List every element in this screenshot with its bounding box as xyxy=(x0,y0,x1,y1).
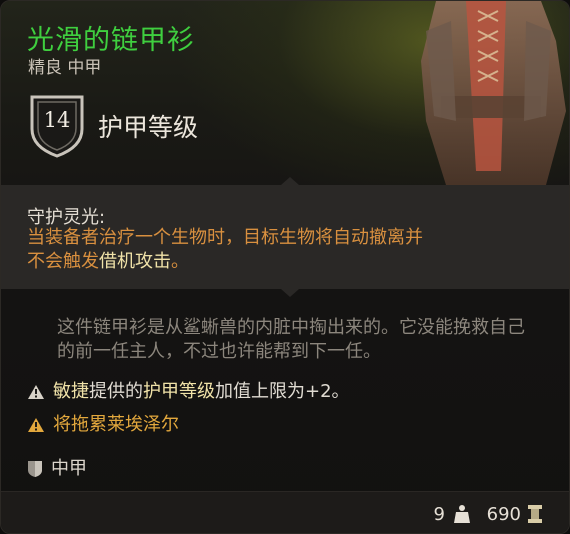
warning-icon xyxy=(28,385,44,399)
dex-cap-property: 敏捷提供的护甲等级加值上限为+2。 xyxy=(27,377,350,403)
section-divider-notch xyxy=(281,289,299,297)
warning-orange-icon xyxy=(28,418,44,432)
armor-type-property: 中甲 xyxy=(27,454,87,480)
item-name: 光滑的链甲衫 xyxy=(27,25,195,56)
opportunity-attack-keyword[interactable]: 借机攻击 xyxy=(99,251,171,272)
armor-class-label: 护甲等级 xyxy=(98,113,199,142)
passive-description: 当装备者治疗一个生物时，目标生物将自动撤离并 不会触发借机攻击。 xyxy=(27,227,423,272)
section-divider-notch xyxy=(281,177,299,185)
dexterity-keyword[interactable]: 敏捷 xyxy=(53,381,89,402)
flavor-text: 这件链甲衫是从鲨蜥兽的内脏中掏出来的。它没能挽救自己的前一任主人，不过也许能帮到… xyxy=(57,317,525,362)
chain-shirt-armor-image xyxy=(421,1,566,185)
armor-class-keyword[interactable]: 护甲等级 xyxy=(143,381,215,402)
gold-coin-icon xyxy=(528,505,542,523)
weight-value: 9 xyxy=(433,504,445,525)
companion-disapproval-property: 将拖累莱埃泽尔 xyxy=(27,410,179,436)
item-rarity-type: 精良 中甲 xyxy=(28,58,102,78)
price-value: 690 xyxy=(486,504,521,525)
item-tooltip: 光滑的链甲衫 精良 中甲 14 护甲等级 守护灵光: 当装备者治疗一个生物时，目… xyxy=(0,0,570,534)
armor-class-value: 14 xyxy=(43,108,71,132)
medium-armor-icon xyxy=(28,461,42,477)
weight-icon xyxy=(454,505,470,523)
